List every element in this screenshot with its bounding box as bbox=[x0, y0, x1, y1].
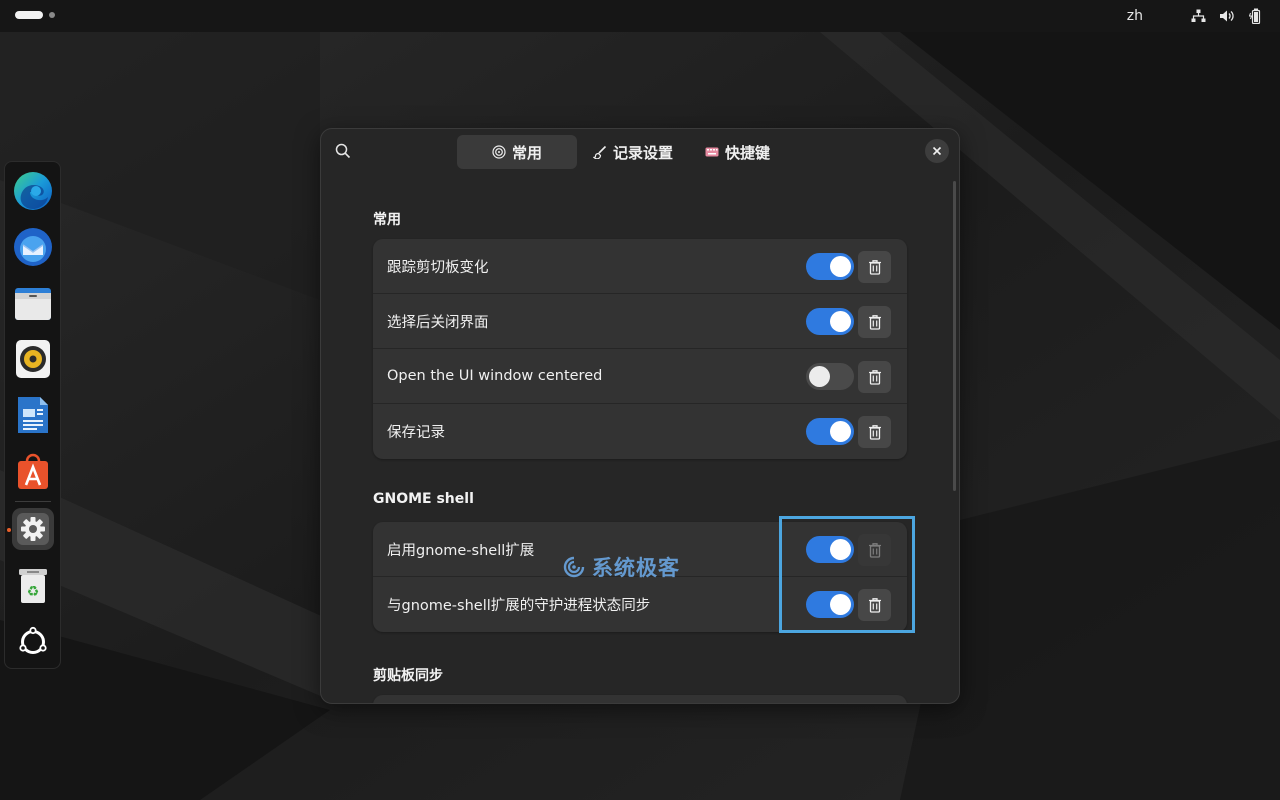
row-label: 跟踪剪切板变化 bbox=[387, 259, 489, 276]
brush-icon bbox=[593, 145, 607, 159]
close-button[interactable] bbox=[925, 139, 949, 163]
tab-shortcuts-label: 快捷键 bbox=[725, 143, 771, 162]
row-label: Open the UI window centered bbox=[387, 368, 603, 384]
track-clipboard-switch[interactable] bbox=[806, 253, 854, 280]
battery-icon bbox=[1248, 8, 1264, 24]
libreoffice-writer-icon bbox=[18, 397, 48, 433]
dock: ♻ bbox=[4, 161, 61, 669]
trash-icon bbox=[868, 315, 881, 330]
section-title-general: 常用 bbox=[373, 212, 401, 228]
thunderbird-icon bbox=[14, 228, 52, 266]
running-indicator bbox=[7, 528, 11, 532]
volume-icon bbox=[1219, 8, 1235, 24]
svg-text:♻: ♻ bbox=[27, 584, 40, 600]
switch-knob bbox=[809, 366, 830, 387]
dock-item-app-center[interactable] bbox=[12, 450, 54, 492]
system-tray[interactable]: zh bbox=[1127, 0, 1264, 32]
section-title-clipboard-sync: 剪贴板同步 bbox=[373, 668, 443, 684]
reset-button[interactable] bbox=[858, 306, 891, 338]
reset-button[interactable] bbox=[858, 416, 891, 448]
settings-gear-icon bbox=[17, 513, 49, 545]
close-icon bbox=[932, 146, 942, 156]
dock-item-files[interactable] bbox=[12, 282, 54, 324]
row-open-centered: Open the UI window centered bbox=[373, 349, 907, 404]
tab-shortcuts[interactable]: 快捷键 bbox=[689, 135, 786, 169]
row-label: 启用gnome-shell扩展 bbox=[387, 542, 535, 559]
row-close-on-select: 选择后关闭界面 bbox=[373, 294, 907, 349]
keyboard-icon bbox=[705, 145, 719, 159]
edge-browser-icon bbox=[14, 172, 52, 210]
dock-item-thunderbird[interactable] bbox=[12, 226, 54, 268]
highlight-box bbox=[779, 516, 915, 633]
row-label: 保存记录 bbox=[387, 425, 445, 441]
header-bar: 常用 记录设置 快捷键 bbox=[321, 129, 959, 175]
dock-item-rhythmbox[interactable] bbox=[12, 338, 54, 380]
switch-knob bbox=[830, 421, 851, 442]
row-label: 选择后关闭界面 bbox=[387, 314, 489, 331]
tab-general-label: 常用 bbox=[511, 143, 542, 162]
dock-item-trash[interactable]: ♻ bbox=[12, 565, 54, 607]
section-title-gnome-shell: GNOME shell bbox=[373, 491, 474, 507]
reset-button[interactable] bbox=[858, 251, 891, 283]
search-icon bbox=[335, 143, 351, 159]
save-history-switch[interactable] bbox=[806, 418, 854, 445]
input-language-indicator[interactable]: zh bbox=[1127, 8, 1143, 24]
search-button[interactable] bbox=[332, 140, 354, 162]
open-centered-switch[interactable] bbox=[806, 363, 854, 390]
trash-icon bbox=[868, 425, 881, 440]
target-icon bbox=[492, 145, 506, 159]
network-icon bbox=[1190, 8, 1206, 24]
trash-recycle-icon: ♻ bbox=[19, 569, 47, 603]
workspace-dot bbox=[49, 12, 55, 18]
row-save-history: 保存记录 bbox=[373, 404, 907, 459]
switch-knob bbox=[830, 311, 851, 332]
dock-separator bbox=[15, 501, 51, 502]
trash-icon bbox=[868, 370, 881, 385]
files-folder-icon bbox=[15, 288, 51, 320]
rhythmbox-speaker-icon bbox=[16, 340, 50, 378]
close-on-select-switch[interactable] bbox=[806, 308, 854, 335]
watermark: 系统极客 bbox=[560, 552, 680, 582]
general-settings-group: 跟踪剪切板变化 选择后关闭界面 Open the UI window cente… bbox=[373, 239, 907, 459]
top-bar: zh bbox=[0, 0, 1280, 32]
row-track-clipboard: 跟踪剪切板变化 bbox=[373, 239, 907, 294]
tab-history-settings[interactable]: 记录设置 bbox=[577, 135, 689, 169]
reset-button[interactable] bbox=[858, 361, 891, 393]
clipboard-sync-group bbox=[373, 695, 907, 703]
watermark-swirl-icon bbox=[563, 556, 585, 578]
watermark-text: 系统极客 bbox=[592, 556, 680, 580]
dock-item-writer[interactable] bbox=[12, 394, 54, 436]
activities-indicator[interactable] bbox=[15, 11, 55, 19]
ubuntu-logo-icon bbox=[19, 626, 47, 654]
dock-item-settings[interactable] bbox=[12, 508, 54, 550]
app-center-bag-icon bbox=[18, 453, 48, 489]
scrollbar[interactable] bbox=[953, 181, 956, 491]
dock-item-edge[interactable] bbox=[12, 170, 54, 212]
row-label: 与gnome-shell扩展的守护进程状态同步 bbox=[387, 598, 651, 614]
switch-knob bbox=[830, 256, 851, 277]
dock-item-show-apps[interactable] bbox=[12, 621, 54, 663]
tab-history-settings-label: 记录设置 bbox=[613, 143, 674, 162]
view-switcher: 常用 记录设置 快捷键 bbox=[457, 135, 786, 169]
trash-icon bbox=[868, 260, 881, 275]
tab-general[interactable]: 常用 bbox=[457, 135, 577, 169]
workspace-active-pill bbox=[15, 11, 43, 19]
